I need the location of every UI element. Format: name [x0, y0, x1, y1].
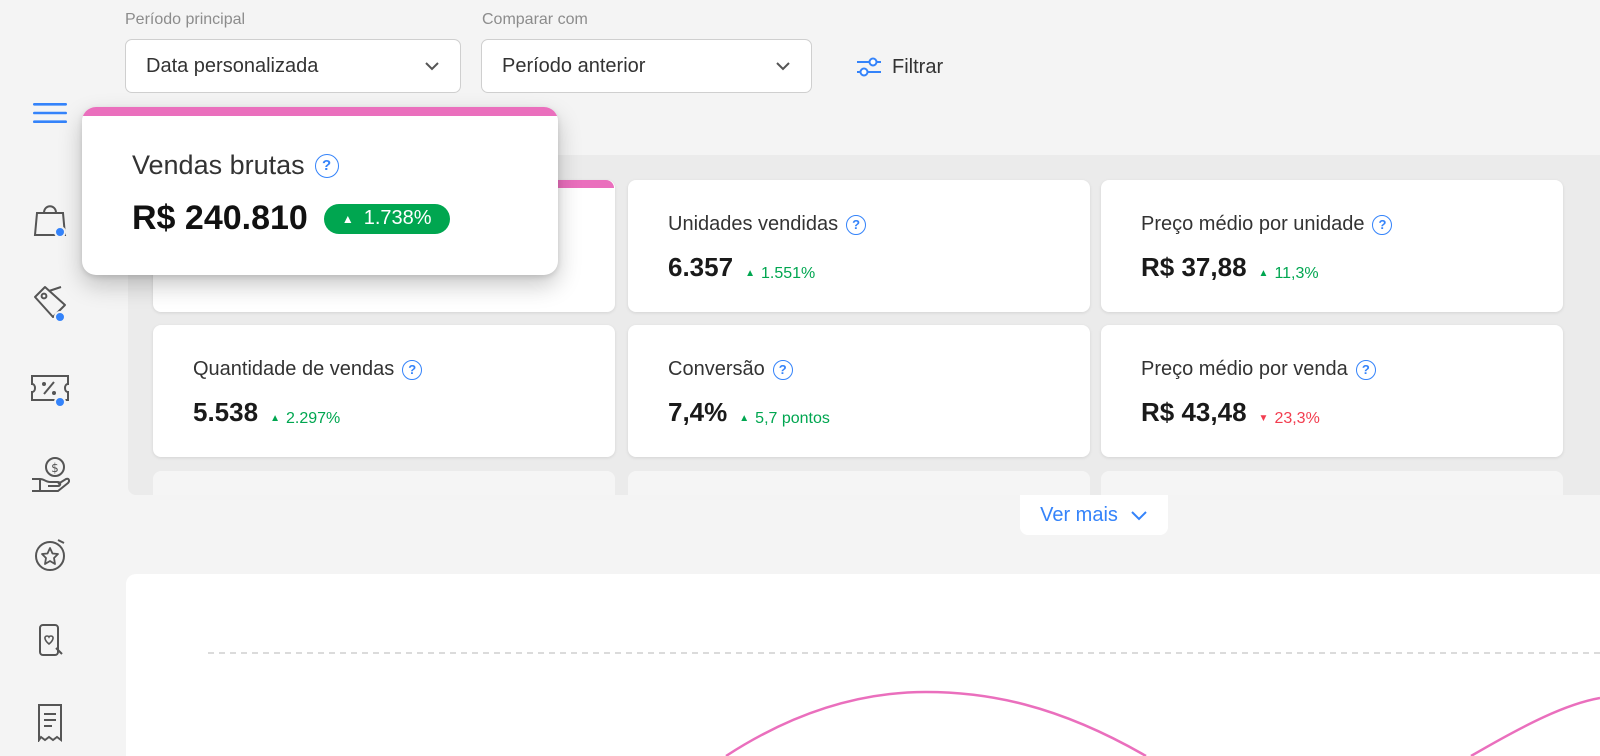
menu-button[interactable]: [28, 91, 72, 135]
delta-text: 2.297%: [285, 409, 341, 427]
arrow-up-icon: ▲: [1258, 268, 1269, 279]
primary-period-select[interactable]: Data personalizada: [125, 39, 461, 93]
metric-title-wrap: Conversão ?: [668, 358, 793, 381]
filter-button[interactable]: Filtrar: [856, 52, 943, 82]
metric-card-units-sold[interactable]: Unidades vendidas ? 6.357 ▲ 1.551%: [628, 180, 1090, 312]
receipt-icon: [38, 704, 62, 742]
help-icon[interactable]: ?: [402, 359, 423, 380]
chevron-down-icon: [1131, 510, 1147, 520]
arrow-up-icon: ▲: [270, 413, 280, 424]
metric-value: R$ 37,88: [1141, 252, 1247, 282]
help-icon[interactable]: ?: [772, 359, 793, 380]
metric-card-partial: [628, 471, 1090, 495]
invoices-nav-button[interactable]: [28, 700, 72, 744]
metric-title: Preço médio por venda: [1141, 358, 1348, 380]
highlight-value: R$ 240.810: [132, 199, 308, 237]
menu-icon: [33, 103, 67, 123]
metric-card-partial: [153, 471, 615, 495]
finance-nav-button[interactable]: $: [28, 452, 72, 496]
metric-title: Preço médio por unidade: [1141, 213, 1365, 235]
money-hand-icon: $: [32, 457, 70, 492]
metric-value-wrap: 5.538 ▲ 2.297%: [193, 397, 340, 428]
help-icon[interactable]: ?: [1355, 359, 1376, 380]
mobile-nav-button[interactable]: [28, 618, 72, 662]
metric-card-sales-count[interactable]: Quantidade de vendas ? 5.538 ▲ 2.297%: [153, 325, 615, 457]
delta-text: 1.551%: [760, 264, 816, 282]
arrow-up-icon: ▲: [341, 211, 354, 226]
metric-title: Conversão: [668, 358, 765, 380]
metric-value-wrap: R$ 43,48 ▼ 23,3%: [1141, 397, 1320, 428]
reputation-nav-button[interactable]: [28, 533, 72, 577]
primary-period-value: Data personalizada: [146, 54, 319, 77]
metric-value: 5.538: [193, 397, 259, 427]
compare-period-select[interactable]: Período anterior: [481, 39, 812, 93]
metric-title-wrap: Quantidade de vendas ?: [193, 358, 423, 381]
metric-title: Quantidade de vendas: [193, 358, 395, 380]
star-badge-icon: [35, 539, 65, 571]
notification-dot: [54, 396, 66, 408]
svg-text:$: $: [51, 461, 59, 475]
chart-series-line: [725, 690, 1147, 756]
notification-dot: [54, 226, 66, 238]
metric-value-wrap: 7,4% ▲ 5,7 pontos: [668, 397, 830, 428]
metric-delta: ▼ 23,3%: [1259, 410, 1320, 428]
highlight-value-wrap: R$ 240.810 ▲ 1.738%: [132, 199, 450, 238]
metric-value: 7,4%: [668, 397, 728, 427]
metric-value-wrap: R$ 37,88 ▲ 11,3%: [1141, 252, 1319, 283]
metric-card-partial: [1101, 471, 1563, 495]
chevron-down-icon: [776, 62, 790, 71]
highlight-title: Vendas brutas: [132, 150, 305, 180]
metric-title-wrap: Preço médio por unidade ?: [1141, 213, 1393, 236]
filter-label: Filtrar: [892, 55, 944, 78]
products-nav-button[interactable]: [28, 280, 72, 324]
metric-delta: ▲ 1.551%: [745, 265, 815, 283]
see-more-label: Ver mais: [1040, 503, 1118, 526]
gross-sales-highlight-card[interactable]: Vendas brutas ? R$ 240.810 ▲ 1.738%: [82, 107, 558, 275]
primary-period-label: Período principal: [125, 11, 246, 28]
help-icon[interactable]: ?: [314, 153, 339, 178]
delta-text: 11,3%: [1274, 264, 1319, 282]
highlight-title-wrap: Vendas brutas ?: [132, 150, 339, 181]
delta-text: 23,3%: [1274, 409, 1320, 427]
sales-nav-button[interactable]: [28, 196, 72, 240]
arrow-up-icon: ▲: [745, 268, 755, 279]
card-accent-strip: [82, 107, 558, 116]
metric-delta: ▲ 5,7 pontos: [739, 410, 830, 428]
arrow-up-icon: ▲: [739, 413, 750, 424]
metric-card-conversion[interactable]: Conversão ? 7,4% ▲ 5,7 pontos: [628, 325, 1090, 457]
compare-period-value: Período anterior: [502, 54, 646, 77]
delta-badge-text: 1.738%: [363, 207, 432, 229]
metric-title-wrap: Preço médio por venda ?: [1141, 358, 1376, 381]
delta-text: 5,7 pontos: [755, 409, 830, 427]
metric-value: 6.357: [668, 252, 734, 282]
delta-badge: ▲ 1.738%: [323, 203, 450, 234]
metric-delta: ▲ 2.297%: [270, 410, 340, 428]
promotions-nav-button[interactable]: [28, 366, 72, 410]
metric-delta: ▲ 11,3%: [1259, 265, 1319, 283]
metric-title-wrap: Unidades vendidas ?: [668, 213, 867, 236]
phone-heart-icon: [39, 624, 63, 656]
metric-card-avg-price-sale[interactable]: Preço médio por venda ? R$ 43,48 ▼ 23,3%: [1101, 325, 1563, 457]
help-icon[interactable]: ?: [1372, 214, 1393, 235]
see-more-button[interactable]: Ver mais: [1020, 495, 1168, 535]
metric-value: R$ 43,48: [1141, 397, 1247, 427]
metric-value-wrap: 6.357 ▲ 1.551%: [668, 252, 815, 283]
help-icon[interactable]: ?: [846, 214, 867, 235]
sliders-icon: [857, 57, 881, 77]
chart-canvas: [208, 652, 1600, 756]
notification-dot: [54, 311, 66, 323]
chevron-down-icon: [425, 62, 439, 71]
sales-chart: [126, 574, 1600, 756]
metric-title: Unidades vendidas: [668, 213, 839, 235]
compare-period-label: Comparar com: [482, 11, 588, 28]
arrow-down-icon: ▼: [1258, 413, 1269, 424]
chart-series-line: [1470, 696, 1600, 756]
metric-card-avg-price-unit[interactable]: Preço médio por unidade ? R$ 37,88 ▲ 11,3…: [1101, 180, 1563, 312]
